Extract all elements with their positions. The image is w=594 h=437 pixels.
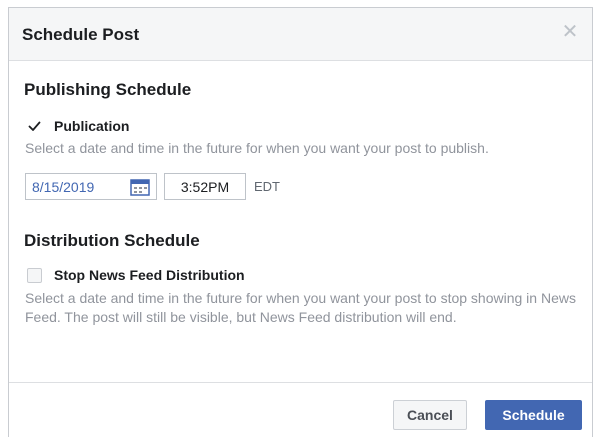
dialog-title: Schedule Post	[22, 25, 140, 44]
stop-distribution-label: Stop News Feed Distribution	[54, 267, 245, 283]
dialog-header: Schedule Post ✕	[9, 8, 592, 61]
timezone-label: EDT	[254, 179, 280, 194]
calendar-icon[interactable]	[130, 178, 150, 196]
publish-time-field[interactable]: 3:52PM	[164, 173, 246, 200]
close-icon[interactable]: ✕	[560, 22, 580, 42]
schedule-button[interactable]: Schedule	[485, 400, 582, 430]
publish-date-field[interactable]: 8/15/2019	[25, 173, 157, 200]
publication-label: Publication	[54, 118, 130, 134]
checkmark-icon[interactable]	[27, 119, 42, 134]
dialog-footer: Cancel Schedule	[9, 382, 592, 437]
schedule-post-dialog: Schedule Post ✕ Publishing Schedule Publ…	[8, 7, 593, 437]
publishing-schedule-heading: Publishing Schedule	[24, 80, 192, 99]
publication-checkbox-row[interactable]: Publication	[27, 116, 129, 136]
stop-distribution-checkbox[interactable]	[27, 267, 42, 283]
distribution-help-text: Select a date and time in the future for…	[25, 290, 576, 325]
cancel-button[interactable]: Cancel	[393, 400, 467, 430]
distribution-schedule-heading: Distribution Schedule	[24, 231, 200, 250]
publish-date-value: 8/15/2019	[32, 178, 95, 195]
stop-distribution-checkbox-row[interactable]: Stop News Feed Distribution	[27, 265, 245, 285]
publishing-help-text: Select a date and time in the future for…	[25, 140, 489, 156]
